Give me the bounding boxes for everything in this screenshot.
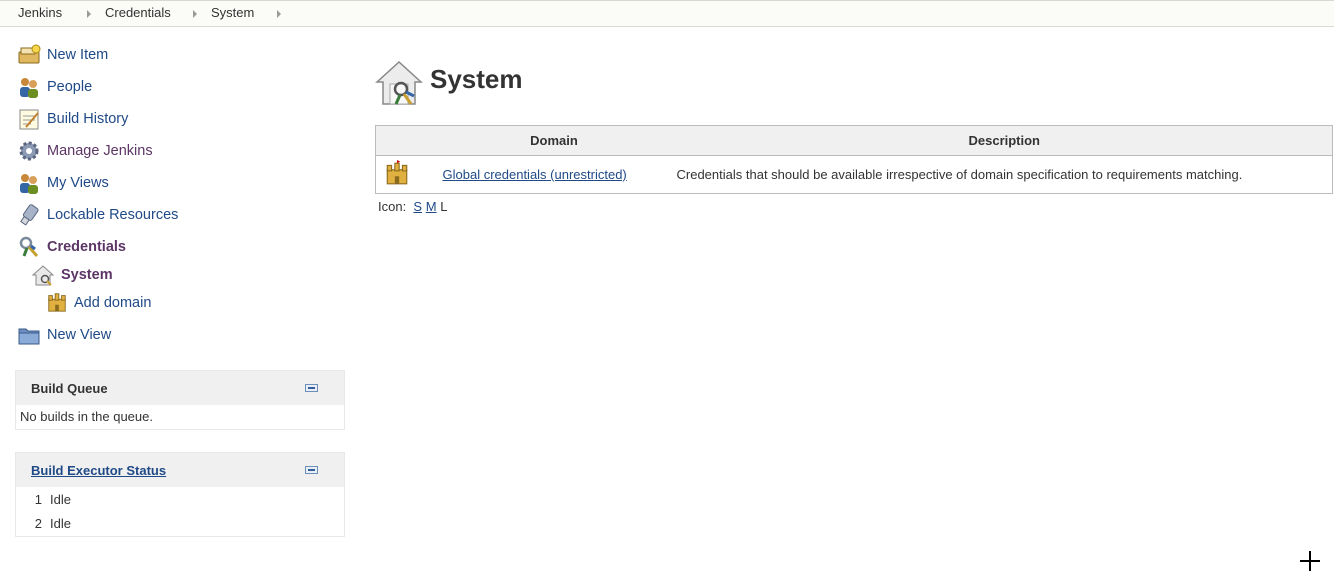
- castle-icon: [46, 291, 68, 315]
- sidebar-item-new-item[interactable]: New Item: [17, 43, 108, 67]
- icon-column-header: [375, 125, 432, 156]
- sidebar-item-label: Build History: [47, 111, 129, 127]
- breadcrumb-jenkins[interactable]: Jenkins: [18, 5, 62, 20]
- domains-table: Domain Description Global credentials (u…: [375, 125, 1333, 194]
- breadcrumb-separator-icon[interactable]: [277, 10, 281, 18]
- sidebar-item-label: People: [47, 79, 93, 95]
- sidebar-item-label: New Item: [47, 47, 109, 63]
- table-row: Global credentials (unrestricted) Creden…: [376, 156, 1333, 194]
- executor-row: 2 Idle: [16, 511, 344, 535]
- gear-icon: [17, 139, 41, 163]
- sidebar-item-add-domain[interactable]: Add domain: [46, 291, 151, 315]
- build-queue-header: Build Queue: [16, 371, 344, 405]
- breadcrumb: Jenkins Credentials System: [0, 0, 1334, 27]
- sidebar-item-label: System: [61, 267, 113, 283]
- crosshair-cursor-icon: [1300, 551, 1320, 571]
- collapse-icon[interactable]: [305, 384, 318, 392]
- sidebar-item-credentials[interactable]: Credentials: [17, 235, 126, 259]
- description-column-header: Description: [676, 125, 1333, 156]
- page-title: System: [430, 64, 523, 94]
- breadcrumb-system[interactable]: System: [211, 5, 254, 20]
- build-queue-title: Build Queue: [31, 380, 108, 396]
- build-queue-empty-text: No builds in the queue.: [20, 409, 153, 424]
- sidebar-item-new-view[interactable]: New View: [17, 323, 111, 347]
- icon-size-large-current: L: [440, 199, 448, 214]
- icon-size-medium-link[interactable]: M: [426, 199, 437, 214]
- build-queue-pane: Build Queue No builds in the queue.: [15, 370, 345, 430]
- sidebar-item-label: Lockable Resources: [47, 207, 179, 223]
- executor-status: Idle: [50, 491, 71, 507]
- description-cell: Credentials that should be available irr…: [676, 167, 1243, 182]
- domain-icon-cell: [376, 156, 432, 194]
- executor-status: Idle: [50, 515, 71, 531]
- icon-size-selector: Icon: S M L: [378, 199, 447, 214]
- house-icon: [31, 263, 55, 287]
- sidebar-item-manage-jenkins[interactable]: Manage Jenkins: [17, 139, 153, 163]
- sidebar-item-my-views[interactable]: My Views: [17, 171, 109, 195]
- usb-drive-icon: [17, 203, 41, 227]
- build-queue-body: No builds in the queue.: [16, 405, 344, 424]
- notepad-icon: [17, 107, 41, 131]
- folder-icon: [17, 323, 41, 347]
- executor-status-body: 1 Idle 2 Idle: [16, 487, 344, 535]
- sidebar-item-label: New View: [47, 327, 112, 343]
- table-header-row: Domain Description: [375, 125, 1333, 156]
- new-item-icon: [17, 43, 41, 67]
- sidebar-item-label: My Views: [47, 175, 109, 191]
- sidebar-item-system[interactable]: System: [31, 263, 113, 287]
- executor-status-pane: Build Executor Status 1 Idle 2 Idle: [15, 452, 345, 537]
- sidebar-item-label: Manage Jenkins: [47, 143, 153, 159]
- sidebar-item-people[interactable]: People: [17, 75, 92, 99]
- sidebar-item-build-history[interactable]: Build History: [17, 107, 128, 131]
- people-icon: [17, 171, 41, 195]
- icon-size-small-link[interactable]: S: [413, 199, 422, 214]
- house-icon: [374, 58, 424, 108]
- collapse-icon[interactable]: [305, 466, 318, 474]
- executor-status-header: Build Executor Status: [16, 453, 344, 487]
- sidebar-item-lockable-resources[interactable]: Lockable Resources: [17, 203, 178, 227]
- executor-status-link[interactable]: Build Executor Status: [31, 463, 166, 478]
- executor-row: 1 Idle: [16, 487, 344, 511]
- keys-icon: [17, 235, 41, 259]
- executor-number: 1: [34, 491, 42, 507]
- domain-column-header: Domain: [431, 125, 677, 156]
- people-icon: [17, 75, 41, 99]
- domain-cell: Global credentials (unrestricted): [432, 156, 677, 194]
- executor-number: 2: [34, 515, 42, 531]
- global-credentials-link[interactable]: Global credentials (unrestricted): [443, 167, 627, 182]
- sidebar-item-label: Add domain: [74, 295, 152, 311]
- icon-size-label: Icon:: [378, 199, 407, 214]
- breadcrumb-credentials[interactable]: Credentials: [105, 5, 171, 20]
- breadcrumb-separator-icon[interactable]: [193, 10, 197, 18]
- castle-icon: [384, 160, 410, 189]
- sidebar-item-label: Credentials: [47, 239, 126, 255]
- breadcrumb-separator-icon[interactable]: [87, 10, 91, 18]
